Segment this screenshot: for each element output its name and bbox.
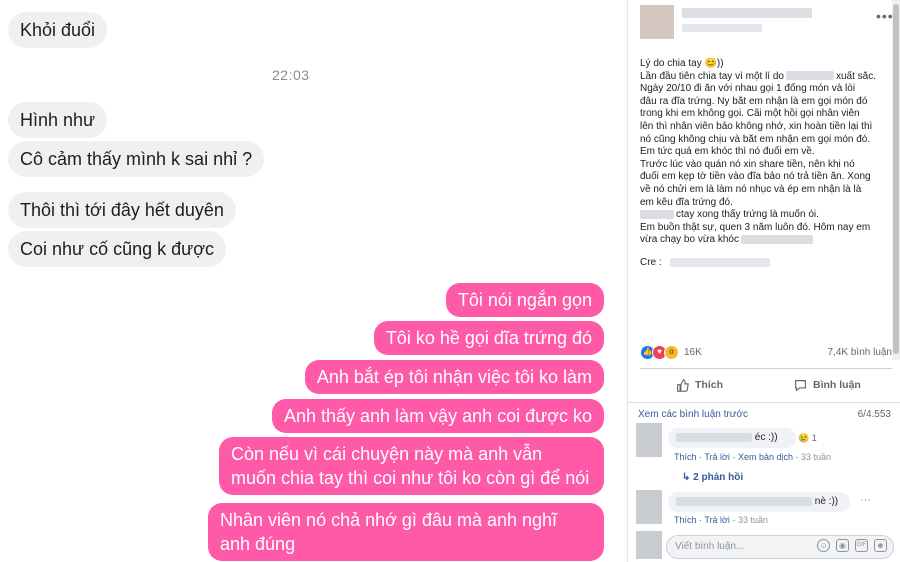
post-line: ctay xong thấy trứng là muốn ói. [640, 209, 892, 222]
comment-input[interactable]: Viết bình luận... ☺ ◉ GIF ☻ [666, 535, 894, 559]
comment-input-tools: ☺ ◉ GIF ☻ [817, 539, 887, 552]
post-meta-blurred [682, 24, 762, 32]
comment-bubble: éc :)) [668, 428, 796, 448]
post-line: lên thì nhân viên bảo không nhớ, xin hoà… [640, 120, 873, 132]
current-user-avatar-blurred [636, 531, 662, 559]
comment-page-count: 6/4.553 [857, 409, 891, 420]
post-line: trong khi em không gọi. Cãi một hồi gọi … [640, 108, 860, 120]
comment-bubble: nè :)) [668, 492, 850, 512]
comment-reaction-badge[interactable]: 😢 1 [798, 433, 817, 444]
divider [640, 368, 892, 369]
post-line: Em tức quá em khóc thì nó đuổi em về. [640, 146, 815, 158]
chat-conversation: Khỏi đuổi 22:03 Hình như Cô cảm thấy mìn… [0, 0, 620, 562]
author-name-blurred[interactable] [682, 8, 812, 18]
divider [628, 402, 900, 403]
scrollbar-thumb[interactable] [893, 4, 899, 354]
redacted-credit [669, 257, 770, 267]
view-replies-link[interactable]: ↳ 2 phản hồi [682, 472, 743, 483]
post-line: Ngày 20/10 đi ăn với nhau gọi 1 đống món… [640, 83, 856, 95]
comment-text: nè :)) [814, 496, 839, 507]
comment-actions: Thích · Trả lời · 33 tuần [674, 515, 768, 525]
gif-icon[interactable]: GIF [855, 539, 868, 552]
post-line: nó cũng không chịu và bắt em nhận em gọi… [640, 133, 871, 145]
comment-input-placeholder: Viết bình luận... [675, 541, 745, 552]
redacted-name [676, 496, 812, 506]
see-translation-link[interactable]: Xem bản dịch [738, 452, 793, 462]
reply-arrow-icon: ↳ [682, 472, 691, 483]
thumbs-up-icon [677, 378, 689, 392]
message-received: Coi như cố cũng k được [8, 231, 226, 267]
post-line: Lần đầu tiên chia tay vì một lí do xuất s… [640, 70, 877, 82]
like-label: Thích [695, 379, 723, 391]
wow-reaction-icon: o [664, 345, 679, 360]
redacted-text [785, 71, 834, 81]
message-sent: Còn nếu vì cái chuyện này mà anh vẫn muố… [219, 437, 604, 495]
comment-text: éc :)) [754, 432, 778, 443]
message-received: Khỏi đuổi [8, 12, 108, 48]
reaction-summary[interactable]: 👍 ♥ o 16K 7,4K bình luận [640, 344, 892, 362]
scrollbar[interactable] [892, 0, 900, 360]
message-sent: Anh bắt ép tôi nhận việc tôi ko làm [304, 360, 604, 394]
commenter-avatar-blurred[interactable] [636, 490, 662, 524]
post-line: Lý do chia tay 😊)) [640, 58, 724, 69]
message-sent: Nhân viên nó chả nhớ gì đâu mà anh nghĩ … [208, 503, 604, 561]
comment-reply-link[interactable]: Trả lời [704, 515, 730, 525]
chat-timestamp: 22:03 [272, 67, 310, 83]
comment-like-link[interactable]: Thích [674, 452, 697, 462]
post-line: Em buồn thật sự, quen 3 năm luôn đó. Hôm… [640, 221, 871, 233]
redacted-text [640, 209, 674, 219]
redacted-name [676, 432, 752, 442]
post-line: em kêu đĩa trứng đó. [640, 196, 733, 208]
author-avatar-blurred[interactable] [640, 5, 674, 39]
replies-label: 2 phản hồi [693, 472, 744, 483]
message-received: Thôi thì tới đây hết duyên [8, 192, 236, 228]
comment-time[interactable]: 33 tuần [801, 452, 831, 462]
post-line [640, 247, 892, 257]
post-line: về nó chửi em là làm nó nhục và ép em nh… [640, 183, 862, 195]
post-line: Trước lúc vào quán nó xin share tiền, nê… [640, 158, 855, 170]
more-options-icon[interactable]: ••• [876, 8, 894, 24]
like-button[interactable]: Thích [676, 374, 723, 396]
post-body: Lý do chia tay 😊)) Lần đầu tiên chia tay… [640, 58, 892, 270]
message-sent: Tôi nói ngắn gọn [445, 283, 604, 317]
commenter-avatar-blurred[interactable] [636, 423, 662, 457]
message-sent: Anh thấy anh làm vậy anh coi được ko [271, 399, 604, 433]
post-line: Cre : [640, 257, 892, 270]
screenshot-root: Khỏi đuổi 22:03 Hình như Cô cảm thấy mìn… [0, 0, 900, 562]
reaction-icons[interactable]: 👍 ♥ o [640, 345, 682, 361]
comment-time[interactable]: 33 tuần [738, 515, 768, 525]
comment-label: Bình luận [813, 379, 861, 391]
post-line: đâu ra đĩa trứng. Ny bắt em nhận là em g… [640, 95, 868, 107]
comment-reaction-count: 1 [811, 433, 817, 443]
post-line: đuổi em kẹp tờ tiền vào đĩa bảo nó trả t… [640, 171, 871, 183]
comment-icon [795, 379, 806, 392]
comment-button[interactable]: Bình luận [794, 374, 861, 396]
message-sent: Tôi ko hề gọi dĩa trứng đó [373, 321, 604, 355]
post-line: vừa chạy bo vừa khóc [640, 234, 892, 247]
comment-like-link[interactable]: Thích [674, 515, 697, 525]
comment-options-icon[interactable]: ··· [860, 494, 871, 506]
reaction-count[interactable]: 16K [684, 347, 702, 358]
redacted-text [741, 235, 813, 245]
comments-section: Xem các bình luận trước 6/4.553 éc :)) 😢… [628, 402, 900, 562]
camera-icon[interactable]: ◉ [836, 539, 849, 552]
sticker-icon[interactable]: ☻ [874, 539, 887, 552]
message-received: Cô cảm thấy mình k sai nhỉ ? [8, 141, 265, 177]
comment-count[interactable]: 7,4K bình luận [828, 347, 893, 358]
emoji-icon[interactable]: ☺ [817, 539, 830, 552]
comment-actions: Thích · Trả lời · Xem bản dịch · 33 tuần [674, 452, 832, 462]
message-received: Hình như [8, 102, 108, 138]
comment-reply-link[interactable]: Trả lời [704, 452, 730, 462]
view-previous-comments-link[interactable]: Xem các bình luận trước [638, 409, 748, 420]
facebook-post: ••• Lý do chia tay 😊)) Lần đầu tiên chia… [627, 0, 900, 562]
